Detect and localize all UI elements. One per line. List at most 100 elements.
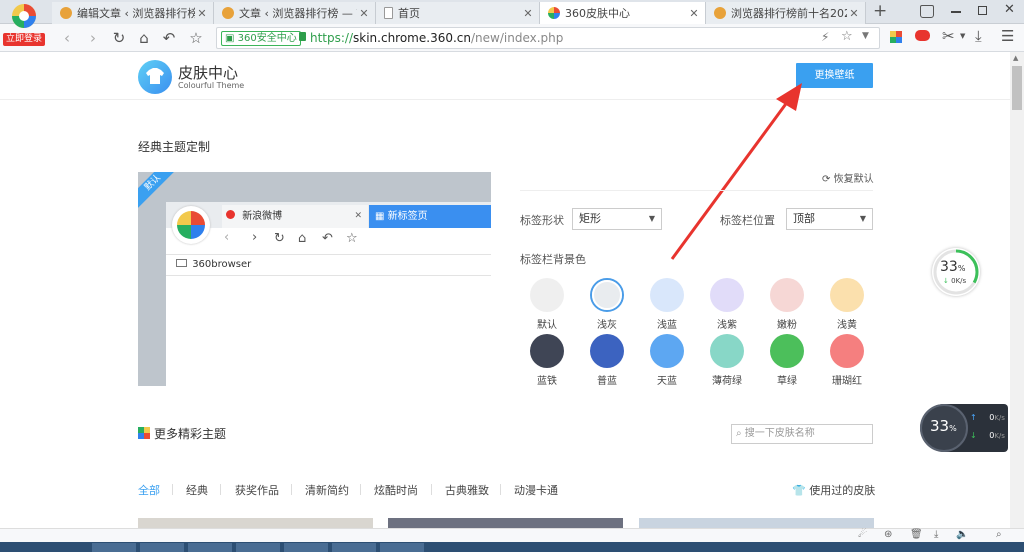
upload-rate-unit: K/s — [994, 414, 1005, 422]
extension-icon[interactable]: ☄ — [858, 529, 867, 540]
url-text[interactable]: https://skin.chrome.360.cn/new/index.php — [310, 31, 563, 45]
download-manager-icon[interactable]: ⤓ — [934, 529, 938, 540]
color-label: 普蓝 — [597, 376, 617, 387]
tab-shape-select[interactable]: 矩形 ▼ — [572, 208, 662, 230]
color-light-blue[interactable] — [650, 278, 684, 312]
color-light-gray[interactable] — [590, 278, 624, 312]
chevron-down-icon[interactable]: ▼ — [862, 31, 869, 41]
speed-percent-unit: % — [957, 264, 966, 273]
restore-icon[interactable] — [978, 6, 987, 15]
restore-default-label: 恢复默认 — [833, 174, 874, 185]
skin-search-input[interactable]: ⌕ 搜一下皮肤名称 — [731, 424, 873, 444]
flash-icon[interactable]: ⚡ — [821, 30, 829, 44]
accelerate-icon[interactable]: ⊛ — [884, 529, 892, 540]
header-title: 皮肤中心 — [178, 64, 239, 82]
category-classic[interactable]: 经典 — [186, 482, 208, 498]
category-classical[interactable]: 古典雅致 — [445, 482, 489, 498]
taskbar-app-icon[interactable] — [140, 543, 184, 552]
bookmark-star-icon[interactable]: ☆ — [841, 29, 853, 44]
scissors-icon[interactable]: ✂ — [942, 27, 955, 45]
color-sky-blue[interactable] — [650, 334, 684, 368]
back-icon[interactable]: ‹ — [58, 29, 76, 47]
used-skins-link[interactable]: 👕 使用过的皮肤 — [792, 482, 875, 498]
upload-rate: ↑ 0K/s — [970, 413, 1006, 422]
speed-widget[interactable]: 33% ↓ 0K/s — [932, 248, 980, 296]
chevron-down-icon[interactable]: ▼ — [960, 32, 965, 40]
close-icon[interactable]: ✕ — [357, 7, 371, 20]
color-prussian-blue[interactable] — [590, 334, 624, 368]
speed-rate-value: 0K/s — [951, 277, 967, 285]
tab-position-select[interactable]: 顶部 ▼ — [786, 208, 873, 230]
tab-skin-center[interactable]: 360皮肤中心 ✕ — [540, 2, 706, 24]
color-default[interactable] — [530, 278, 564, 312]
preview-tab-newtab-label: 新标签页 — [387, 211, 428, 222]
tab-strip: 立即登录 编辑文章 ‹ 浏览器排行榜 — W ✕ 文章 ‹ 浏览器排行榜 — W… — [0, 0, 1024, 46]
game-icon[interactable] — [915, 30, 930, 41]
url-host: skin.chrome.360.cn — [353, 31, 471, 45]
favorite-star-icon[interactable]: ☆ — [187, 29, 205, 47]
star-icon: ☆ — [346, 231, 358, 246]
color-mint-green[interactable] — [710, 334, 744, 368]
color-pink[interactable] — [770, 278, 804, 312]
color-label: 浅黄 — [837, 320, 857, 331]
category-all[interactable]: 全部 — [138, 482, 160, 498]
color-light-yellow[interactable] — [830, 278, 864, 312]
scroll-up-icon[interactable]: ▲ — [1013, 54, 1018, 62]
home-icon[interactable]: ⌂ — [135, 29, 153, 47]
close-icon[interactable]: ✕ — [687, 7, 701, 20]
color-grass-green[interactable] — [770, 334, 804, 368]
scrollbar-thumb[interactable] — [1012, 66, 1022, 110]
preview-toolbar: ‹ › ↻ ⌂ ↶ ☆ — [222, 230, 491, 252]
settings-divider — [520, 190, 873, 191]
taskbar-app-icon[interactable] — [380, 543, 424, 552]
zoom-icon[interactable]: ⌕ — [996, 529, 1002, 540]
taskbar-app-icon[interactable] — [332, 543, 376, 552]
reload-icon[interactable]: ↻ — [110, 29, 128, 47]
network-percent-unit: % — [949, 424, 957, 433]
tab-home[interactable]: 首页 ✕ — [376, 2, 540, 24]
vertical-scrollbar[interactable]: ▲ — [1010, 52, 1024, 528]
search-icon: ⌕ — [736, 428, 742, 439]
close-window-icon[interactable]: ✕ — [1004, 2, 1015, 17]
taskbar-app-icon[interactable] — [236, 543, 280, 552]
category-award[interactable]: 获奖作品 — [235, 482, 279, 498]
taskbar-app-icon[interactable] — [284, 543, 328, 552]
skin-icon[interactable] — [920, 5, 934, 18]
tab-edit-article[interactable]: 编辑文章 ‹ 浏览器排行榜 — W ✕ — [52, 2, 214, 24]
sound-icon[interactable]: 🔈 — [956, 529, 968, 540]
download-icon[interactable]: ⤓ — [975, 27, 982, 45]
category-anime[interactable]: 动漫卡通 — [514, 482, 558, 498]
skin-center-logo-icon[interactable] — [138, 60, 172, 94]
login-badge[interactable]: 立即登录 — [3, 33, 45, 46]
network-monitor[interactable]: 33% ↑ 0K/s ↓ 0K/s — [920, 404, 1008, 452]
category-fresh[interactable]: 清新简约 — [305, 482, 349, 498]
clean-icon[interactable]: 🗑 — [910, 529, 923, 540]
category-cool[interactable]: 炫酷时尚 — [374, 482, 418, 498]
undo-close-icon[interactable]: ↶ — [160, 29, 178, 47]
new-tab-button[interactable]: + — [873, 1, 887, 21]
restore-default-link[interactable]: ⟳ 恢复默认 — [822, 170, 874, 185]
security-badge-label: 360安全中心 — [237, 33, 297, 44]
apps-icon[interactable] — [890, 31, 902, 43]
close-icon[interactable]: ✕ — [195, 7, 209, 20]
tab-position-label: 标签栏位置 — [720, 214, 775, 227]
address-bar[interactable]: ▣ 360安全中心 https://skin.chrome.360.cn/new… — [216, 27, 880, 49]
tab-articles[interactable]: 文章 ‹ 浏览器排行榜 — Wor ✕ — [214, 2, 376, 24]
taskbar-app-icon[interactable] — [92, 543, 136, 552]
tab-title: 编辑文章 ‹ 浏览器排行榜 — W — [77, 7, 195, 20]
tab-browser-ranking[interactable]: 浏览器排行榜前十名2022,浏 ✕ — [706, 2, 866, 24]
category-divider — [291, 484, 292, 495]
taskbar-app-icon[interactable] — [188, 543, 232, 552]
close-icon[interactable]: ✕ — [521, 7, 535, 20]
forward-icon[interactable]: › — [84, 29, 102, 47]
close-icon[interactable]: ✕ — [847, 7, 861, 20]
tab-title: 文章 ‹ 浏览器排行榜 — Wor — [239, 7, 357, 20]
color-light-purple[interactable] — [710, 278, 744, 312]
category-divider — [431, 484, 432, 495]
lock-icon — [299, 32, 306, 41]
menu-icon[interactable]: ☰ — [1001, 27, 1014, 45]
minimize-icon[interactable] — [951, 11, 961, 13]
color-blue-iron[interactable] — [530, 334, 564, 368]
color-coral-red[interactable] — [830, 334, 864, 368]
wordpress-tab-icon — [714, 7, 726, 19]
